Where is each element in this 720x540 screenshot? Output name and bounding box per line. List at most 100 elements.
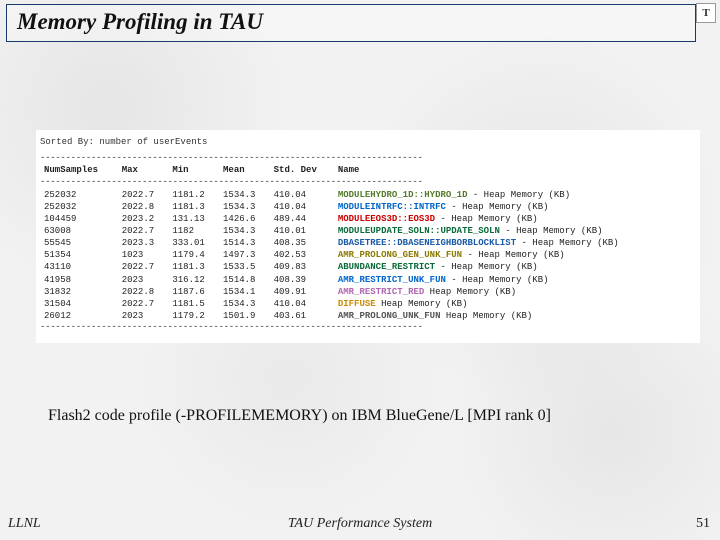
cell-mean: 1534.3 (219, 225, 270, 237)
cell-std: 410.01 (270, 225, 334, 237)
cell-name: ABUNDANCE_RESTRICT - Heap Memory (KB) (334, 261, 696, 273)
heap-suffix: - Heap Memory (KB) (467, 190, 570, 200)
function-name: MODULEHYDRO_1D::HYDRO_1D (338, 190, 468, 200)
cell-mean: 1534.3 (219, 201, 270, 213)
cell-max: 2022.7 (118, 298, 169, 310)
cell-name: MODULEINTRFC::INTRFC - Heap Memory (KB) (334, 201, 696, 213)
cell-mean: 1533.5 (219, 261, 270, 273)
heap-suffix: - Heap Memory (KB) (435, 214, 538, 224)
cell-max: 2023.2 (118, 213, 169, 225)
col-stddev: Std. Dev (270, 164, 334, 176)
cell-std: 409.83 (270, 261, 334, 273)
table-row: 431102022.71181.31533.5409.83ABUNDANCE_R… (40, 261, 696, 273)
col-max: Max (118, 164, 169, 176)
cell-mean: 1426.6 (219, 213, 270, 225)
cell-max: 2022.8 (118, 201, 169, 213)
heap-suffix: Heap Memory (KB) (424, 287, 516, 297)
heap-suffix: Heap Memory (KB) (440, 311, 532, 321)
cell-min: 1182 (168, 225, 219, 237)
function-name: AMR_RESTRICT_UNK_FUN (338, 275, 446, 285)
table-row: 2520322022.71181.21534.3410.04MODULEHYDR… (40, 189, 696, 201)
table-row: 630082022.711821534.3410.01MODULEUPDATE_… (40, 225, 696, 237)
cell-max: 2023 (118, 274, 169, 286)
function-name: DIFFUSE (338, 299, 376, 309)
cell-min: 333.01 (168, 237, 219, 249)
col-numsamples: NumSamples (40, 164, 118, 176)
cell-std: 402.53 (270, 249, 334, 261)
sort-by-line: Sorted By: number of userEvents (40, 136, 696, 148)
cell-std: 489.44 (270, 213, 334, 225)
cell-name: MODULEUPDATE_SOLN::UPDATE_SOLN - Heap Me… (334, 225, 696, 237)
footer-page-number: 51 (696, 516, 710, 532)
cell-min: 1181.3 (168, 261, 219, 273)
heap-suffix: - Heap Memory (KB) (462, 250, 565, 260)
function-name: AMR_RESTRICT_RED (338, 287, 424, 297)
function-name: MODULEEOS3D::EOS3D (338, 214, 435, 224)
cell-max: 2023.3 (118, 237, 169, 249)
cell-std: 409.91 (270, 286, 334, 298)
profile-table-area: Sorted By: number of userEvents --------… (36, 130, 700, 343)
cell-name: AMR_RESTRICT_RED Heap Memory (KB) (334, 286, 696, 298)
heap-suffix: - Heap Memory (KB) (516, 238, 619, 248)
table-row: 5135410231179.41497.3402.53AMR_PROLONG_G… (40, 249, 696, 261)
cell-name: DBASETREE::DBASENEIGHBORBLOCKLIST - Heap… (334, 237, 696, 249)
heap-suffix: Heap Memory (KB) (376, 299, 468, 309)
cell-name: AMR_RESTRICT_UNK_FUN - Heap Memory (KB) (334, 274, 696, 286)
function-name: AMR_PROLONG_GEN_UNK_FUN (338, 250, 462, 260)
heap-suffix: - Heap Memory (KB) (500, 226, 603, 236)
divider-mid: ----------------------------------------… (40, 321, 696, 333)
function-name: ABUNDANCE_RESTRICT (338, 262, 435, 272)
cell-max: 2022.7 (118, 189, 169, 201)
cell-samples: 252032 (40, 201, 118, 213)
cell-samples: 31504 (40, 298, 118, 310)
cell-mean: 1514.3 (219, 237, 270, 249)
cell-samples: 55545 (40, 237, 118, 249)
cell-max: 2022.7 (118, 261, 169, 273)
title-box: Memory Profiling in TAU (6, 4, 696, 42)
cell-samples: 41958 (40, 274, 118, 286)
table-header-row: NumSamples Max Min Mean Std. Dev Name (40, 164, 696, 176)
figure-caption: Flash2 code profile (-PROFILEMEMORY) on … (48, 407, 700, 425)
function-name: MODULEUPDATE_SOLN::UPDATE_SOLN (338, 226, 500, 236)
cell-std: 410.04 (270, 189, 334, 201)
cell-min: 1179.4 (168, 249, 219, 261)
cell-samples: 51354 (40, 249, 118, 261)
cell-mean: 1514.8 (219, 274, 270, 286)
cell-samples: 43110 (40, 261, 118, 273)
cell-name: DIFFUSE Heap Memory (KB) (334, 298, 696, 310)
col-mean: Mean (219, 164, 270, 176)
cell-min: 1181.5 (168, 298, 219, 310)
cell-mean: 1534.3 (219, 298, 270, 310)
function-name: MODULEINTRFC::INTRFC (338, 202, 446, 212)
cell-min: 316.12 (168, 274, 219, 286)
function-name: AMR_PROLONG_UNK_FUN (338, 311, 441, 321)
table-row: 315042022.71181.51534.3410.04DIFFUSE Hea… (40, 298, 696, 310)
divider-row: ----------------------------------------… (40, 176, 696, 188)
table-row: 2520322022.81181.31534.3410.04MODULEINTR… (40, 201, 696, 213)
tau-badge: T (696, 3, 716, 23)
tau-badge-letter: T (702, 7, 709, 19)
table-row: 318322022.81187.61534.1409.91AMR_RESTRIC… (40, 286, 696, 298)
cell-samples: 31832 (40, 286, 118, 298)
cell-mean: 1534.1 (219, 286, 270, 298)
function-name: DBASETREE::DBASENEIGHBORBLOCKLIST (338, 238, 516, 248)
cell-samples: 104459 (40, 213, 118, 225)
cell-std: 408.35 (270, 237, 334, 249)
cell-min: 1187.6 (168, 286, 219, 298)
cell-max: 2022.7 (118, 225, 169, 237)
col-min: Min (168, 164, 219, 176)
col-name: Name (334, 164, 696, 176)
divider-top: ----------------------------------------… (40, 152, 696, 164)
cell-std: 410.04 (270, 201, 334, 213)
cell-min: 131.13 (168, 213, 219, 225)
cell-min: 1181.3 (168, 201, 219, 213)
cell-mean: 1534.3 (219, 189, 270, 201)
heap-suffix: - Heap Memory (KB) (446, 275, 549, 285)
table-row: 419582023316.121514.8408.39AMR_RESTRICT_… (40, 274, 696, 286)
cell-name: MODULEHYDRO_1D::HYDRO_1D - Heap Memory (… (334, 189, 696, 201)
cell-name: MODULEEOS3D::EOS3D - Heap Memory (KB) (334, 213, 696, 225)
table-row: 1044592023.2131.131426.6489.44MODULEEOS3… (40, 213, 696, 225)
page-title: Memory Profiling in TAU (17, 9, 263, 34)
cell-std: 408.39 (270, 274, 334, 286)
cell-min: 1181.2 (168, 189, 219, 201)
